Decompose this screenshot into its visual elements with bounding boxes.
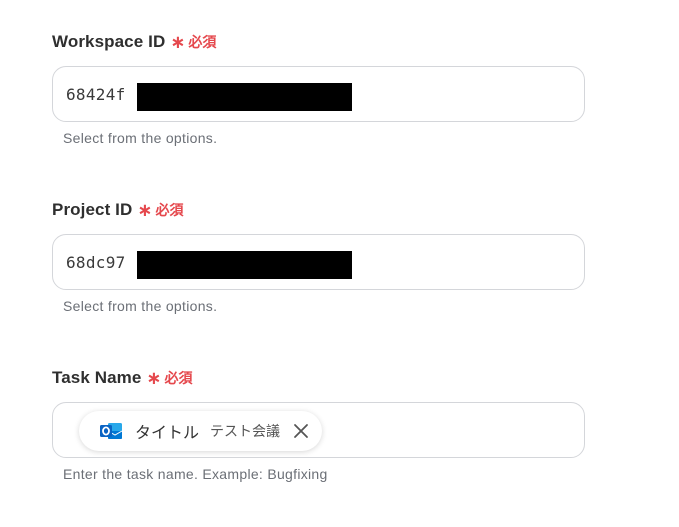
chip-label: タイトル	[135, 425, 200, 442]
redaction-block	[137, 83, 352, 111]
required-asterisk: ∗	[137, 200, 153, 220]
redaction-block	[137, 251, 352, 279]
required-asterisk: ∗	[170, 32, 186, 52]
project-id-field: Project ID ∗ 必須 68dc97 Select from the o…	[52, 199, 585, 314]
outlook-icon	[99, 420, 123, 442]
workspace-id-label-row: Workspace ID ∗ 必須	[52, 31, 585, 53]
workspace-id-hint: Select from the options.	[63, 130, 218, 146]
required-asterisk: ∗	[146, 368, 162, 388]
project-id-label-row: Project ID ∗ 必須	[52, 199, 585, 221]
project-id-value: 68dc97	[66, 252, 126, 272]
project-id-label: Project ID	[52, 200, 133, 219]
chip-sample-value: テスト会議	[210, 423, 281, 439]
project-id-input[interactable]: 68dc97	[52, 234, 585, 290]
required-badge: 必須	[188, 34, 217, 50]
workspace-id-value: 68424f	[66, 84, 126, 104]
task-name-field: Task Name ∗ 必須 タイトル テスト会議 Enter the task…	[52, 367, 585, 482]
task-name-input[interactable]: タイトル テスト会議	[52, 402, 585, 458]
close-icon[interactable]	[292, 422, 310, 440]
required-badge: 必須	[164, 370, 193, 386]
variable-chip[interactable]: タイトル テスト会議	[79, 411, 323, 451]
task-name-label-row: Task Name ∗ 必須	[52, 367, 585, 389]
project-id-hint: Select from the options.	[63, 298, 218, 314]
workspace-id-field: Workspace ID ∗ 必須 68424f Select from the…	[52, 31, 585, 146]
workspace-id-label: Workspace ID	[52, 32, 166, 51]
task-name-hint: Enter the task name. Example: Bugfixing	[63, 466, 328, 482]
workspace-id-input[interactable]: 68424f	[52, 66, 585, 122]
task-name-label: Task Name	[52, 368, 142, 387]
required-badge: 必須	[155, 202, 184, 218]
